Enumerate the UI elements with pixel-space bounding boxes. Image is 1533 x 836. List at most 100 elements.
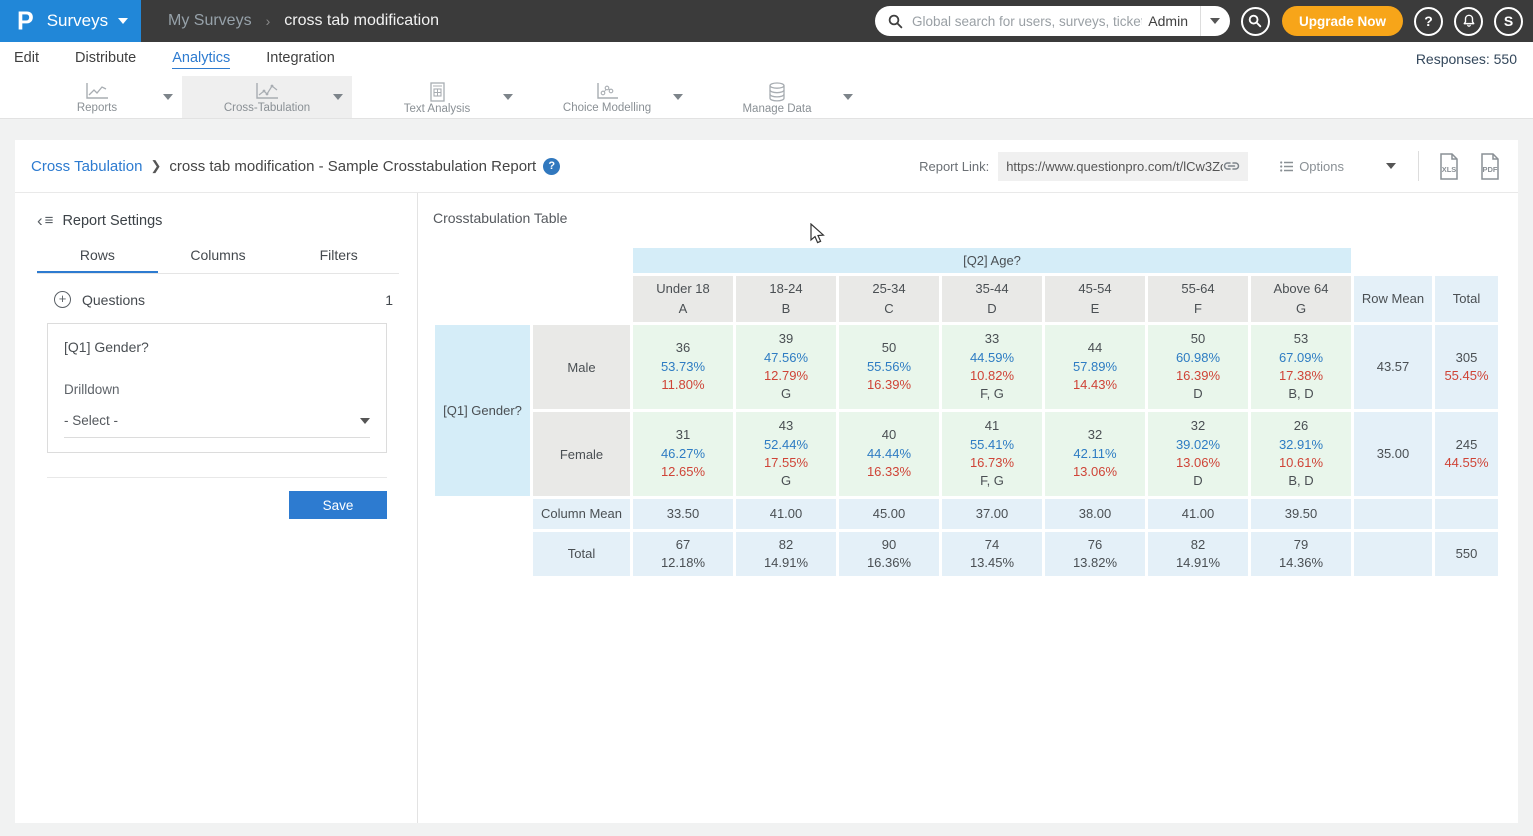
questions-count: 1 [385,292,393,308]
column-mean-cell: 38.00 [1045,499,1145,529]
column-mean-cell: 45.00 [839,499,939,529]
search-scope-dropdown[interactable] [1200,6,1230,36]
chevron-down-icon[interactable] [333,94,343,100]
line-chart-dots-icon [254,82,280,101]
upgrade-now-button[interactable]: Upgrade Now [1282,6,1403,36]
column-header: 25-34C [839,276,939,322]
breadcrumb-separator-icon: ❯ [150,158,161,174]
crosstab-cell: 3947.56%12.79%G [736,325,836,409]
crosstab-cell: 4457.89%14.43% [1045,325,1145,409]
column-header: 35-44D [942,276,1042,322]
chevron-down-icon[interactable] [163,94,173,100]
options-menu[interactable]: Options [1280,159,1396,174]
crosstab-cell: 3146.27%12.65% [633,412,733,496]
link-icon[interactable] [1223,160,1240,172]
divider [47,477,387,478]
chevron-down-icon[interactable] [503,94,513,100]
toolbar-text-analysis[interactable]: Text Analysis [352,76,522,118]
report-link-url[interactable]: https://www.questionpro.com/t/lCw3Zc [1006,159,1223,174]
search-submit-button[interactable] [1241,7,1270,36]
report-header: Cross Tabulation ❯ cross tab modificatio… [15,140,1518,193]
chevron-down-icon[interactable] [673,94,683,100]
crosstab-cell: 2632.91%10.61%B, D [1251,412,1351,496]
toolbar-reports[interactable]: Reports [12,76,182,118]
add-question-button[interactable]: + [54,291,71,308]
breadcrumb: My Surveys › cross tab modification [168,12,439,30]
tab-rows[interactable]: Rows [37,247,158,273]
svg-text:PDF: PDF [1483,165,1498,174]
crosstab-cell: 5367.09%17.38%B, D [1251,325,1351,409]
row-mean-cell: 43.57 [1354,325,1432,409]
save-button[interactable]: Save [289,491,387,519]
total-cell: 6712.18% [633,532,733,576]
total-cell: 7914.36% [1251,532,1351,576]
notifications-button[interactable] [1454,7,1483,36]
grand-total-cell: 550 [1435,532,1498,576]
total-header: Total [1435,276,1498,322]
total-cell: 8214.91% [1148,532,1248,576]
crosstab-section-title: Crosstabulation Table [433,210,567,226]
toolbar-choice-modelling[interactable]: Choice Modelling [522,76,692,118]
export-xls-button[interactable]: XLS [1437,153,1461,180]
column-mean-cell: 39.50 [1251,499,1351,529]
avatar[interactable]: S [1494,7,1523,36]
column-mean-label: Column Mean [533,499,630,529]
report-link-field[interactable]: https://www.questionpro.com/t/lCw3Zc [998,152,1248,181]
chevron-down-icon [1386,163,1396,169]
crosstab-cell: 3242.11%13.06% [1045,412,1145,496]
svg-text:XLS: XLS [1442,165,1457,174]
question-title: [Q1] Gender? [64,339,370,355]
search-icon [888,14,903,29]
search-scope-selector[interactable]: Admin [1142,13,1200,29]
line-chart-icon [84,82,110,101]
drilldown-select[interactable]: - Select - [64,413,370,438]
toolbar-cross-tabulation[interactable]: Cross-Tabulation [182,76,352,118]
questionpro-logo-icon: P [17,8,34,34]
nav-distribute[interactable]: Distribute [75,50,136,68]
product-switcher[interactable]: P Surveys [0,0,141,42]
chevron-down-icon [360,418,370,424]
crosstab-cell: 4044.44%16.33% [839,412,939,496]
settings-tabs: Rows Columns Filters [37,247,399,274]
row-total-cell: 24544.55% [1435,412,1498,496]
analytics-toolbar: Reports Cross-Tabulation Text Analysis C… [0,76,1533,119]
report-actions: Report Link: https://www.questionpro.com… [919,151,1502,181]
report-settings-panel: ‹≡ Report Settings Rows Columns Filters … [15,193,418,823]
help-button[interactable]: ? [1414,7,1443,36]
breadcrumb-my-surveys[interactable]: My Surveys [168,12,252,30]
export-pdf-button[interactable]: PDF [1478,153,1502,180]
divider [1418,151,1419,181]
row-label: Male [533,325,630,409]
question-card: [Q1] Gender? Drilldown - Select - [47,323,387,453]
empty-cell [1354,532,1432,576]
total-cell: 7613.82% [1045,532,1145,576]
column-mean-cell: 33.50 [633,499,733,529]
nav-integration[interactable]: Integration [266,50,335,68]
list-icon [1280,161,1293,172]
chevron-down-icon [1210,18,1220,24]
empty-cell [1354,499,1432,529]
tab-filters[interactable]: Filters [278,247,399,273]
row-group-header: [Q1] Gender? [435,325,530,496]
report-help-icon[interactable]: ? [543,158,560,175]
chevron-down-icon[interactable] [843,94,853,100]
row-label: Female [533,412,630,496]
collapse-panel-icon[interactable]: ‹≡ [37,212,53,229]
tab-columns[interactable]: Columns [158,247,279,273]
responses-count: Responses: 550 [1416,51,1533,67]
report-link-label: Report Link: [919,159,989,174]
questions-row: + Questions 1 [54,291,393,308]
row-mean-header: Row Mean [1354,276,1432,322]
search-input[interactable] [912,14,1142,29]
toolbar-manage-data[interactable]: Manage Data [692,76,862,118]
content-card: Cross Tabulation ❯ cross tab modificatio… [15,140,1518,823]
crosstab-table: [Q2] Age? Under 18A 18-24B 25-34C 35-44D… [432,245,1501,579]
document-grid-icon [427,82,447,102]
row-total-cell: 30555.45% [1435,325,1498,409]
crosstab-cell: 4352.44%17.55%G [736,412,836,496]
nav-analytics[interactable]: Analytics [172,50,230,69]
nav-edit[interactable]: Edit [14,50,39,68]
crosstab-cell: 4155.41%16.73%F, G [942,412,1042,496]
cross-tabulation-link[interactable]: Cross Tabulation [31,158,142,175]
row-mean-cell: 35.00 [1354,412,1432,496]
